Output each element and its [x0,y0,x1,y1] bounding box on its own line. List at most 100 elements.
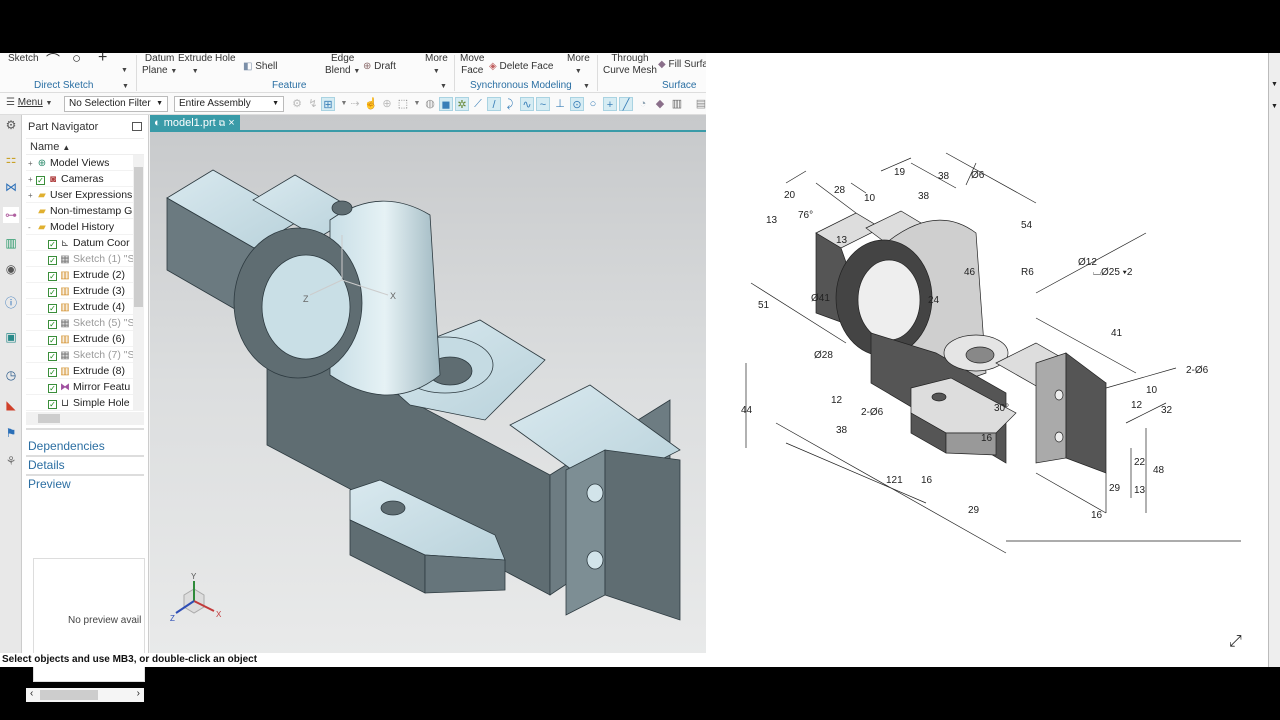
point-icon[interactable]: + [98,50,107,66]
tree-horizontal-scrollbar[interactable] [26,412,144,425]
tree-node[interactable]: ✓ ▥ Extrude (6) [26,331,144,347]
part-navigator-icon[interactable]: ⊶ [3,207,19,223]
extrude-button[interactable]: Extrude ▼ [178,53,212,78]
snap-points-icon[interactable]: ✲ [455,97,469,111]
right-scroll-rail[interactable]: ▼ ▼ [1268,53,1280,667]
fill-surface-button[interactable]: ◆ Fill Surfa [658,59,708,71]
arc-icon[interactable]: ⌒ [46,53,60,67]
curve-icon[interactable]: ~ [536,97,550,111]
tree-node[interactable]: ✓ ⊾ Datum Coor [26,235,144,251]
scrollbar-thumb[interactable] [38,414,60,423]
select-features-icon[interactable]: ⚙ [290,97,304,111]
graphics-viewport[interactable]: X Z Y X Z [150,115,706,659]
tree-node[interactable]: ✓ ⧓ Mirror Featu [26,379,144,395]
roles-icon[interactable]: ⚑ [3,425,19,441]
checkbox[interactable]: ✓ [48,400,57,409]
tree-node[interactable]: + ⊕ Model Views [26,155,144,171]
tree-node[interactable]: ✓ ⊔ Simple Hole [26,395,144,411]
info-icon[interactable]: ⓘ [3,295,19,311]
point-on-curve-icon[interactable]: ╱ [619,97,633,111]
reuse-library-icon[interactable]: ▥ [3,235,19,251]
edge-blend-button[interactable]: Edge Blend ▼ [325,53,360,78]
hole-button[interactable]: Hole [215,53,236,65]
dependencies-panel-header[interactable]: Dependencies [28,439,105,453]
quadrant-icon[interactable]: ○ [586,97,600,111]
show-hide-icon[interactable]: ◍ [423,97,437,111]
expand-toggle-icon[interactable]: - [28,220,36,236]
layer-icon[interactable]: ▥ [670,97,684,111]
select-box-icon[interactable]: ⊞ [321,97,335,111]
close-icon[interactable]: × [228,117,234,129]
details-panel-header[interactable]: Details [28,458,65,472]
menu-button[interactable]: ☰ Menu ▼ [6,97,52,110]
circle-icon[interactable]: ○ [72,51,81,66]
intersection-icon[interactable]: ⊥ [553,97,567,111]
spline-icon[interactable]: ∿ [520,97,534,111]
maximize-icon[interactable] [132,122,142,131]
tree-node[interactable]: + ▰ User Expressions [26,187,144,203]
selection-filter-dropdown[interactable]: No Selection Filter ▼ [64,96,168,112]
sketch-gallery-dropdown[interactable]: ▼ [121,65,128,77]
tree-node[interactable]: ✓ ▥ Extrude (3) [26,283,144,299]
chevron-down-icon[interactable]: ▼ [1271,81,1278,88]
checkbox[interactable]: ✓ [48,352,57,361]
expand-toggle-icon[interactable] [28,204,36,220]
scrollbar-thumb[interactable] [40,690,98,700]
assembly-navigator-icon[interactable]: ⚏ [3,151,19,167]
selection-scope-dropdown[interactable]: Entire Assembly ▼ [174,96,284,112]
tab-model1-prt[interactable]: ◐ model1.prt ⧉ × [150,115,240,131]
system-scene-icon[interactable]: ⚘ [3,453,19,469]
tree-vertical-scrollbar[interactable] [133,155,144,410]
end-point-icon[interactable]: ⟋ [471,97,485,111]
checkbox[interactable]: ✓ [48,240,57,249]
checkbox[interactable]: ✓ [48,288,57,297]
shell-button[interactable]: ◧ Shell [243,61,277,73]
through-curve-mesh-button[interactable]: Through Curve Mesh [603,53,657,77]
preview-panel-header[interactable]: Preview [28,477,71,491]
point-on-face-icon[interactable]: ◔ [636,97,650,111]
palette-icon[interactable]: ◣ [3,397,19,413]
expand-icon[interactable]: ⤢ [1229,633,1242,651]
bounded-grid-icon[interactable]: ◆ [653,97,667,111]
preview-horizontal-scrollbar[interactable]: ‹ › [26,688,144,702]
feature-group-dropdown[interactable]: ▼ [440,81,447,93]
tree-node[interactable]: ▰ Non-timestamp G [26,203,144,219]
mid-point-icon[interactable]: / [487,97,501,111]
expand-toggle-icon[interactable]: + [28,156,36,172]
scroll-left-icon[interactable]: ‹ [30,688,33,699]
history-clock-icon[interactable]: ◷ [3,367,19,383]
checkbox[interactable]: ✓ [48,368,57,377]
arc-center-icon[interactable]: ⊙ [570,97,584,111]
eye-icon[interactable]: ◉ [3,261,19,277]
sync-group-dropdown[interactable]: ▼ [583,81,590,93]
existing-point-icon[interactable]: + [603,97,617,111]
tree-node[interactable]: ✓ ▦ Sketch (7) "S [26,347,144,363]
rectangle-select-icon[interactable]: ⬚ [396,97,410,111]
restore-icon[interactable]: ⧉ [219,118,225,128]
name-column-header[interactable]: Name ▲ [26,139,144,155]
tree-node[interactable]: ✓ ▦ Sketch (1) "S [26,251,144,267]
web-browser-icon[interactable]: ▣ [3,329,19,345]
3d-model[interactable]: X Z Y X Z [150,115,706,659]
tree-node[interactable]: + ✓ ◙ Cameras [26,171,144,187]
expand-toggle-icon[interactable]: + [28,172,36,188]
tree-node[interactable]: ✓ ▥ Extrude (8) [26,363,144,379]
constraint-navigator-icon[interactable]: ⋈ [3,179,19,195]
checkbox[interactable]: ✓ [48,256,57,265]
move-face-button[interactable]: Move Face [460,53,484,77]
gear-icon[interactable]: ⚙ [3,117,19,133]
snap-icon[interactable]: ↯ [306,97,320,111]
solid-body-icon[interactable]: ◼ [439,97,453,111]
delete-face-button[interactable]: ◈ Delete Face [489,61,553,73]
sync-more-button[interactable]: More ▼ [567,53,590,78]
checkbox[interactable]: ✓ [48,336,57,345]
scrollbar-thumb[interactable] [134,167,143,307]
checkbox[interactable]: ✓ [36,176,45,185]
curve-point-icon[interactable]: ⤸ [503,97,517,111]
checkbox[interactable]: ✓ [48,304,57,313]
select-features-plus-icon[interactable]: ⊕ [380,97,394,111]
feature-more-button[interactable]: More ▼ [425,53,448,78]
direct-sketch-group-dropdown[interactable]: ▼ [122,81,129,93]
expand-toggle-icon[interactable]: + [28,188,36,204]
checkbox[interactable]: ✓ [48,272,57,281]
